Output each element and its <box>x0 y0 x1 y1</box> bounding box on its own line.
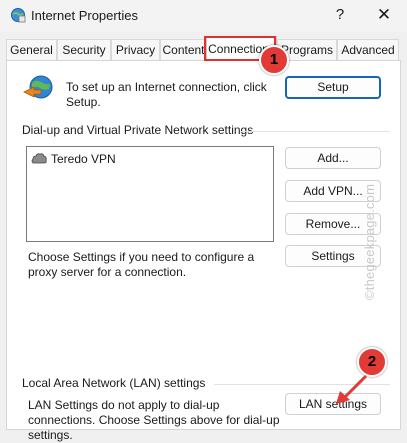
internet-properties-icon <box>10 7 26 23</box>
tab-general[interactable]: General <box>6 39 57 61</box>
vpn-connection-icon <box>31 152 47 166</box>
tab-advanced[interactable]: Advanced <box>337 39 399 61</box>
step-1-badge: 1 <box>259 45 289 75</box>
pointer-arrow-icon <box>336 374 368 404</box>
vpn-section-title: Dial-up and Virtual Private Network sett… <box>22 123 254 137</box>
window-title: Internet Properties <box>31 8 138 23</box>
title-bar: Internet Properties ? ✕ <box>0 0 407 32</box>
vpn-section-divider <box>240 131 390 132</box>
tab-security[interactable]: Security <box>57 39 111 61</box>
setup-button[interactable]: Setup <box>285 76 381 99</box>
internet-connection-icon <box>22 73 56 107</box>
help-button[interactable]: ? <box>326 4 354 26</box>
vpn-item-label: Teredo VPN <box>51 152 116 166</box>
tab-content[interactable]: Content <box>160 39 207 61</box>
lan-settings-text: LAN Settings do not apply to dial-up con… <box>28 398 280 442</box>
tab-privacy[interactable]: Privacy <box>111 39 160 61</box>
add-button[interactable]: Add... <box>285 147 381 169</box>
watermark-text: ©thegeekpage.com <box>362 183 377 300</box>
proxy-settings-text: Choose Settings if you need to configure… <box>28 250 255 279</box>
lan-section-title: Local Area Network (LAN) settings <box>22 376 206 390</box>
setup-instructions: To set up an Internet connection, click … <box>66 80 267 109</box>
close-button[interactable]: ✕ <box>370 4 398 26</box>
vpn-connection-list[interactable]: Teredo VPN <box>26 146 274 242</box>
